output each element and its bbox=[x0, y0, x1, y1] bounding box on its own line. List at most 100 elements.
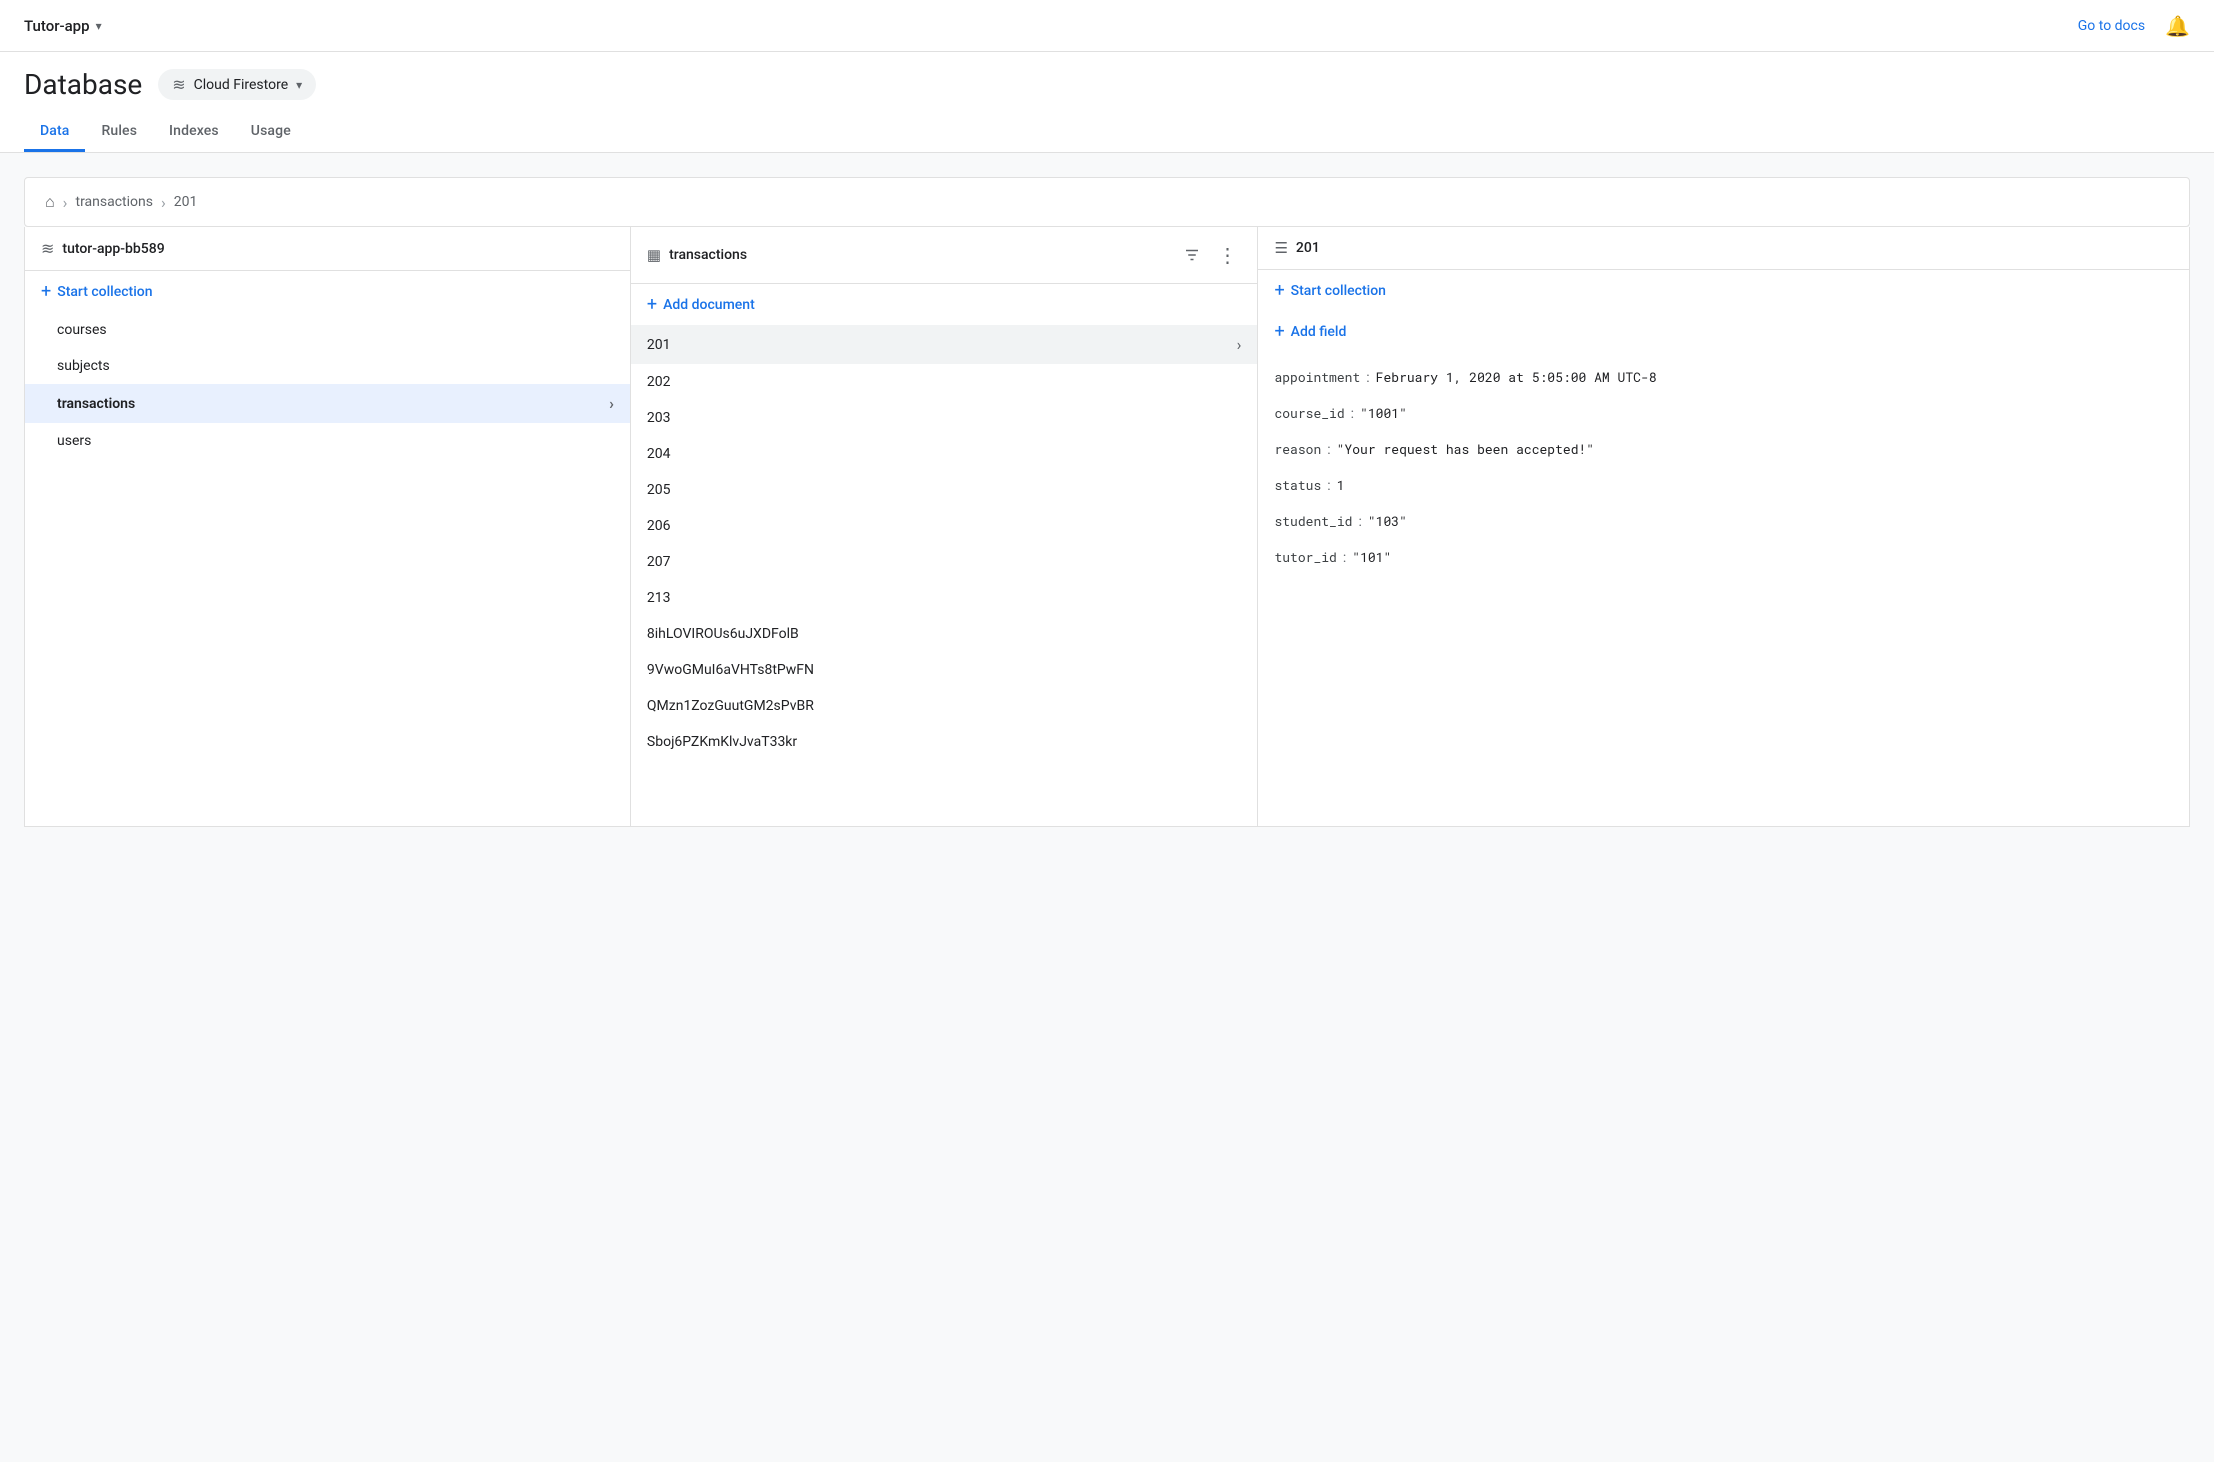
doc-item-205[interactable]: 205 bbox=[631, 472, 1258, 508]
panel-middle-header: ▦ transactions ⋮ bbox=[631, 227, 1258, 284]
panel-middle-actions: ⋮ bbox=[1179, 239, 1241, 271]
collection-item-users[interactable]: users bbox=[25, 423, 630, 459]
doc-label-204: 204 bbox=[647, 446, 671, 462]
add-field-label: Add field bbox=[1291, 324, 1347, 340]
doc-item-206[interactable]: 206 bbox=[631, 508, 1258, 544]
firestore-icon: ≋ bbox=[172, 75, 185, 94]
app-name: Tutor-app bbox=[24, 17, 90, 35]
more-options-icon[interactable]: ⋮ bbox=[1213, 239, 1241, 271]
doc-label-213: 213 bbox=[647, 590, 671, 606]
field-colon-student-id: : bbox=[1358, 514, 1361, 530]
collection-label-subjects: subjects bbox=[57, 358, 110, 374]
doc-label-qmz: QMzn1ZozGuutGM2sPvBR bbox=[647, 698, 814, 714]
doc-item-202[interactable]: 202 bbox=[631, 364, 1258, 400]
doc-chevron-201: › bbox=[1237, 335, 1242, 354]
field-colon-reason: : bbox=[1327, 442, 1330, 458]
breadcrumb-transactions-link[interactable]: transactions bbox=[75, 194, 153, 210]
panel-left-header: ≋ tutor-app-bb589 bbox=[25, 227, 630, 271]
main-content: ⌂ › transactions › 201 ≋ tutor-app-bb589… bbox=[0, 153, 2214, 851]
documents-list: 201 › 202 203 204 205 206 bbox=[631, 325, 1258, 760]
collection-item-courses[interactable]: courses bbox=[25, 312, 630, 348]
field-value-reason: "Your request has been accepted!" bbox=[1337, 440, 1594, 458]
doc-label-202: 202 bbox=[647, 374, 671, 390]
add-document-button[interactable]: + Add document bbox=[631, 284, 1258, 325]
page-title: Database bbox=[24, 68, 142, 101]
home-icon[interactable]: ⌂ bbox=[45, 192, 55, 212]
field-colon-course-id: : bbox=[1351, 406, 1354, 422]
breadcrumb-sep-1: › bbox=[63, 193, 68, 212]
panel-right-title-group: ☰ 201 bbox=[1274, 239, 1319, 257]
doc-label-8ih: 8ihLOVIROUs6uJXDFolB bbox=[647, 626, 799, 642]
collection-item-transactions[interactable]: transactions › bbox=[25, 384, 630, 423]
tab-indexes[interactable]: Indexes bbox=[153, 113, 235, 152]
chevron-right-icon: › bbox=[609, 394, 614, 413]
panel-middle-title: transactions bbox=[669, 247, 747, 263]
panel-right: ☰ 201 + Start collection + Add field app… bbox=[1258, 227, 2189, 826]
field-row-appointment: appointment : February 1, 2020 at 5:05:0… bbox=[1274, 368, 2173, 386]
field-value-course-id: "1001" bbox=[1360, 404, 1407, 422]
page-title-row: Database ≋ Cloud Firestore ▾ bbox=[24, 68, 2190, 101]
field-colon-appointment: : bbox=[1366, 370, 1369, 386]
topbar-right: Go to docs 🔔 bbox=[2078, 14, 2190, 38]
field-row-status: status : 1 bbox=[1274, 476, 2173, 494]
panels-wrapper: ≋ tutor-app-bb589 + Start collection cou… bbox=[24, 227, 2190, 827]
field-row-student-id: student_id : "103" bbox=[1274, 512, 2173, 530]
doc-item-204[interactable]: 204 bbox=[631, 436, 1258, 472]
doc-item-qmz[interactable]: QMzn1ZozGuutGM2sPvBR bbox=[631, 688, 1258, 724]
doc-label-205: 205 bbox=[647, 482, 671, 498]
add-field-button[interactable]: + Add field bbox=[1258, 311, 2189, 352]
doc-label-203: 203 bbox=[647, 410, 671, 426]
doc-label-206: 206 bbox=[647, 518, 671, 534]
go-to-docs-link[interactable]: Go to docs bbox=[2078, 18, 2145, 34]
field-colon-status: : bbox=[1327, 478, 1330, 494]
field-value-appointment: February 1, 2020 at 5:05:00 AM UTC-8 bbox=[1376, 368, 1657, 386]
add-field-plus-icon: + bbox=[1274, 321, 1284, 342]
field-value-tutor-id: "101" bbox=[1352, 548, 1391, 566]
right-start-collection-label: Start collection bbox=[1291, 283, 1386, 299]
doc-item-8ih[interactable]: 8ihLOVIROUs6uJXDFolB bbox=[631, 616, 1258, 652]
doc-item-9vw[interactable]: 9VwoGMuI6aVHTs8tPwFN bbox=[631, 652, 1258, 688]
panel-left-title-group: ≋ tutor-app-bb589 bbox=[41, 239, 165, 258]
add-document-plus-icon: + bbox=[647, 294, 657, 315]
panel-left: ≋ tutor-app-bb589 + Start collection cou… bbox=[25, 227, 631, 826]
doc-item-201[interactable]: 201 › bbox=[631, 325, 1258, 364]
breadcrumb: ⌂ › transactions › 201 bbox=[24, 177, 2190, 227]
fields-list: appointment : February 1, 2020 at 5:05:0… bbox=[1258, 352, 2189, 600]
app-dropdown-arrow[interactable]: ▾ bbox=[96, 19, 102, 33]
doc-item-203[interactable]: 203 bbox=[631, 400, 1258, 436]
start-collection-label: Start collection bbox=[57, 284, 152, 300]
panel-right-title: 201 bbox=[1296, 240, 1320, 256]
field-key-status: status bbox=[1274, 476, 1321, 494]
notifications-bell-icon[interactable]: 🔔 bbox=[2165, 14, 2190, 38]
field-key-appointment: appointment bbox=[1274, 368, 1360, 386]
field-row-reason: reason : "Your request has been accepted… bbox=[1274, 440, 2173, 458]
field-key-reason: reason bbox=[1274, 440, 1321, 458]
doc-label-201: 201 bbox=[647, 337, 671, 353]
doc-item-207[interactable]: 207 bbox=[631, 544, 1258, 580]
breadcrumb-sep-2: › bbox=[161, 193, 166, 212]
breadcrumb-201-link[interactable]: 201 bbox=[174, 194, 198, 210]
field-value-student-id: "103" bbox=[1368, 512, 1407, 530]
db-selector-button[interactable]: ≋ Cloud Firestore ▾ bbox=[158, 69, 316, 100]
filter-icon[interactable] bbox=[1179, 242, 1205, 268]
collection-label-transactions: transactions bbox=[57, 396, 135, 412]
main-tabs: Data Rules Indexes Usage bbox=[24, 113, 2190, 152]
doc-item-sbo[interactable]: Sboj6PZKmKlvJvaT33kr bbox=[631, 724, 1258, 760]
collection-label-users: users bbox=[57, 433, 91, 449]
tab-usage[interactable]: Usage bbox=[235, 113, 307, 152]
panel-middle-title-group: ▦ transactions bbox=[647, 246, 747, 264]
firestore-db-icon: ≋ bbox=[41, 239, 54, 258]
tab-rules[interactable]: Rules bbox=[85, 113, 153, 152]
right-start-collection-button[interactable]: + Start collection bbox=[1258, 270, 2189, 311]
topbar-left: Tutor-app ▾ bbox=[24, 17, 102, 35]
start-collection-button[interactable]: + Start collection bbox=[25, 271, 630, 312]
panel-right-header: ☰ 201 bbox=[1258, 227, 2189, 270]
right-start-collection-plus-icon: + bbox=[1274, 280, 1284, 301]
doc-item-213[interactable]: 213 bbox=[631, 580, 1258, 616]
field-key-student-id: student_id bbox=[1274, 512, 1352, 530]
collection-item-subjects[interactable]: subjects bbox=[25, 348, 630, 384]
collection-icon: ▦ bbox=[647, 246, 661, 264]
page-header: Database ≋ Cloud Firestore ▾ Data Rules … bbox=[0, 52, 2214, 153]
tab-data[interactable]: Data bbox=[24, 113, 85, 152]
panel-left-title: tutor-app-bb589 bbox=[62, 241, 164, 257]
